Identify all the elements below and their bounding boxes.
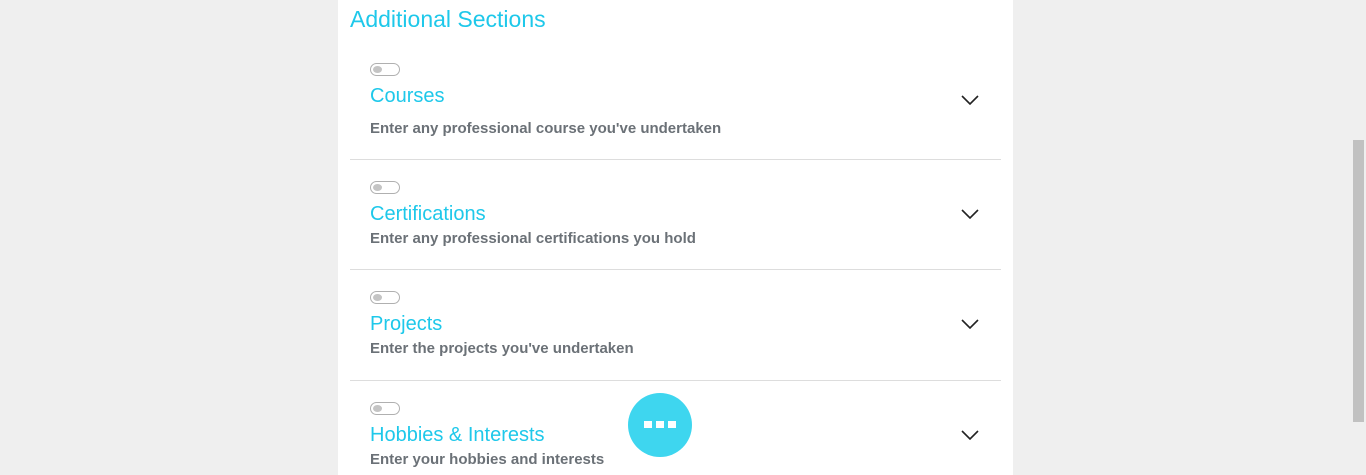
more-dots-icon [644, 421, 676, 429]
section-description-projects: Enter the projects you've undertaken [370, 340, 634, 357]
section-title-certifications: Certifications [370, 203, 486, 225]
chevron-down-icon[interactable] [961, 209, 979, 219]
toggle-knob [373, 405, 382, 412]
section-title-courses: Courses [370, 85, 445, 107]
toggle-knob [373, 66, 382, 73]
section-title-projects: Projects [370, 313, 443, 335]
chevron-down-icon[interactable] [961, 319, 979, 329]
section-description-hobbies-interests: Enter your hobbies and interests [370, 451, 605, 468]
chevron-down-icon[interactable] [961, 95, 979, 105]
certifications-toggle[interactable] [370, 181, 400, 194]
hobbies-interests-toggle[interactable] [370, 402, 400, 415]
chevron-down-icon[interactable] [961, 430, 979, 440]
section-projects: Projects Enter the projects you've under… [350, 270, 1001, 381]
scrollbar-thumb[interactable] [1353, 140, 1364, 422]
section-certifications: Certifications Enter any professional ce… [350, 160, 1001, 270]
section-courses: Courses Enter any professional course yo… [350, 52, 1001, 160]
projects-toggle[interactable] [370, 291, 400, 304]
section-title-hobbies-interests: Hobbies & Interests [370, 424, 545, 446]
courses-toggle[interactable] [370, 63, 400, 76]
section-description-certifications: Enter any professional certifications yo… [370, 230, 696, 247]
page: Additional Sections Courses Enter any pr… [0, 0, 1366, 475]
more-options-button[interactable] [628, 393, 692, 457]
section-description-courses: Enter any professional course you've und… [370, 120, 722, 137]
panel-title: Additional Sections [350, 6, 546, 32]
toggle-knob [373, 294, 382, 301]
toggle-knob [373, 184, 382, 191]
